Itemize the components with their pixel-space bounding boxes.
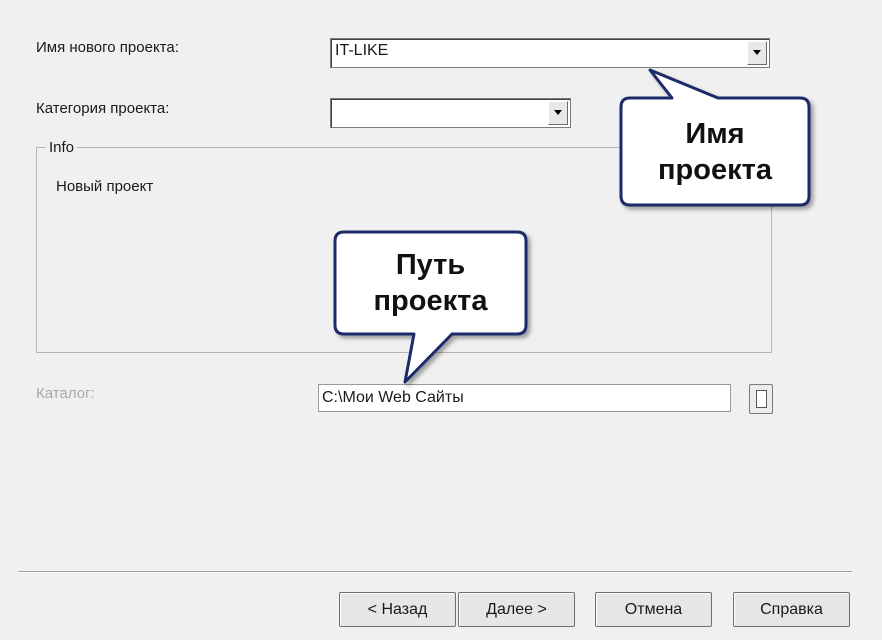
project-path-callout-line1: Путь bbox=[395, 249, 466, 281]
callout-layer bbox=[333, 68, 811, 384]
project-path-callout-text: Путь проекта bbox=[335, 247, 526, 319]
project-name-callout-line1: Имя bbox=[685, 118, 745, 150]
project-path-callout-line2: проекта bbox=[373, 285, 488, 317]
project-name-callout-line2: проекта bbox=[658, 154, 772, 186]
project-name-callout-text: Имя проекта bbox=[621, 116, 809, 188]
